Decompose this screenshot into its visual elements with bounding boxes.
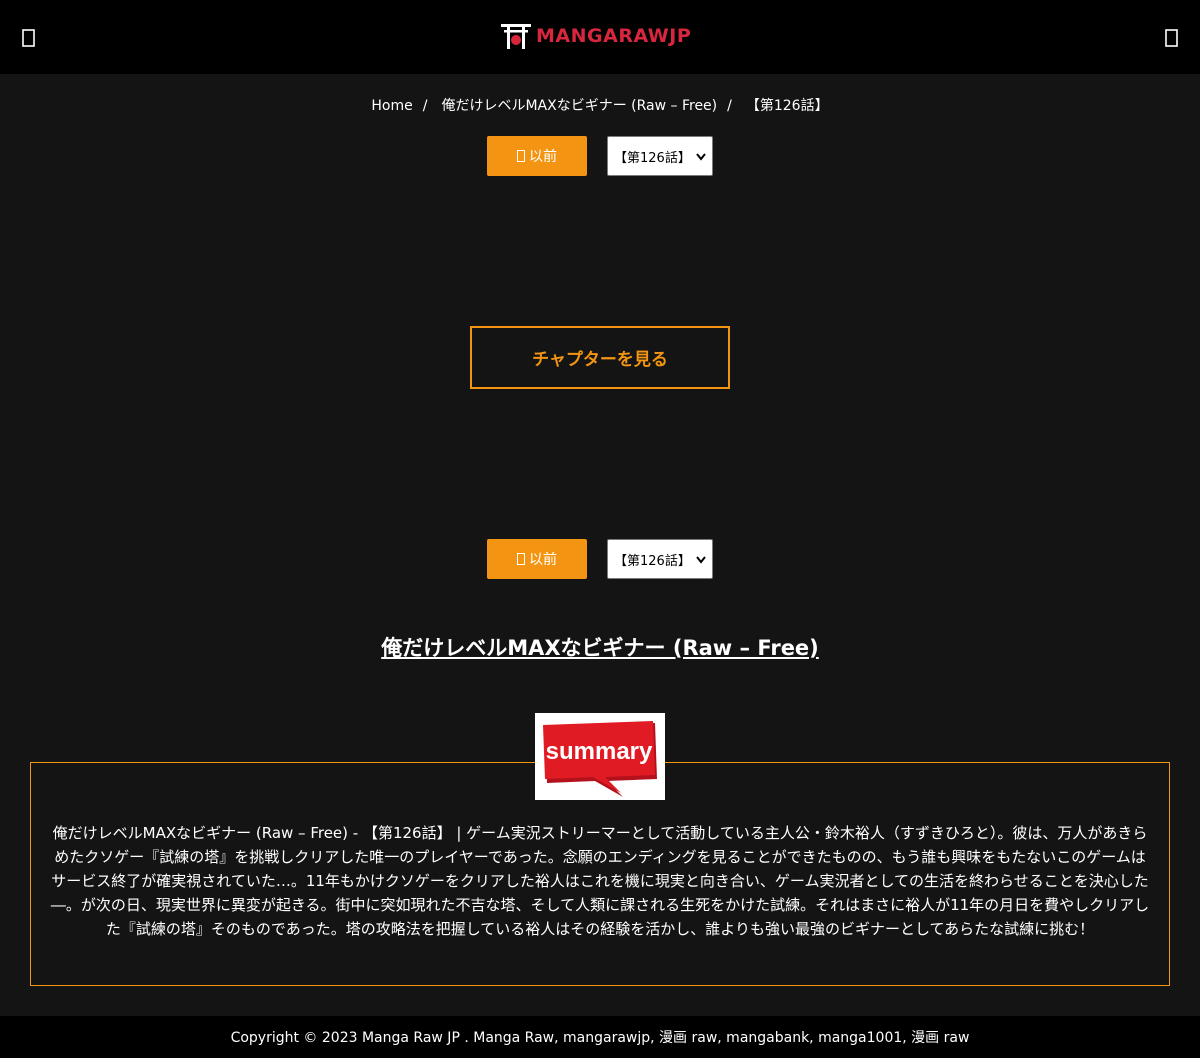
site-logo[interactable]: MANGARAWJP: [500, 21, 691, 51]
chapter-select-value: 【第126話】: [614, 553, 691, 569]
summary-text: 俺だけレベルMAXなビギナー (Raw – Free) - 【第126話】 | …: [50, 824, 1150, 938]
chapter-nav-bottom: 以前 【第126話】: [487, 539, 713, 579]
chapter-select[interactable]: 【第126話】: [607, 136, 713, 176]
breadcrumb-home-link[interactable]: Home: [371, 98, 412, 114]
footer-copyright: Copyright © 2023 Manga Raw JP . Manga Ra…: [230, 1030, 970, 1046]
breadcrumb-current: 【第126話】: [745, 98, 829, 114]
series-title: 俺だけレベルMAXなビギナー (Raw – Free): [0, 632, 1200, 662]
chevron-down-icon: [696, 153, 706, 161]
search-icon[interactable]: [1161, 27, 1183, 49]
view-chapter-button[interactable]: チャプターを見る: [470, 326, 730, 389]
chapter-select[interactable]: 【第126話】: [607, 539, 713, 579]
chapter-nav-top: 以前 【第126話】: [487, 136, 713, 176]
previous-chapter-label: 以前: [529, 552, 557, 568]
menu-icon[interactable]: [18, 27, 40, 49]
site-header: MANGARAWJP: [0, 0, 1200, 74]
summary-badge-text: summary: [546, 738, 653, 765]
breadcrumb: Home / 俺だけレベルMAXなビギナー (Raw – Free) / 【第126話】: [0, 95, 1200, 115]
chevron-down-icon: [696, 556, 706, 564]
breadcrumb-separator: /: [727, 98, 732, 114]
breadcrumb-separator: /: [422, 98, 428, 114]
torii-logo-icon: [501, 24, 531, 49]
footer: Copyright © 2023 Manga Raw JP . Manga Ra…: [0, 1016, 1200, 1058]
summary-badge-image: summary: [535, 713, 665, 800]
previous-arrow-icon: [517, 150, 525, 162]
breadcrumb-series-link[interactable]: 俺だけレベルMAXなビギナー (Raw – Free): [441, 98, 717, 114]
previous-chapter-button[interactable]: 以前: [487, 136, 587, 176]
series-title-link[interactable]: 俺だけレベルMAXなビギナー (Raw – Free): [381, 636, 819, 660]
previous-chapter-button[interactable]: 以前: [487, 539, 587, 579]
previous-chapter-label: 以前: [529, 149, 557, 165]
previous-arrow-icon: [517, 553, 525, 565]
chapter-select-value: 【第126話】: [614, 150, 691, 166]
logo-text: MANGARAWJP: [536, 25, 692, 47]
